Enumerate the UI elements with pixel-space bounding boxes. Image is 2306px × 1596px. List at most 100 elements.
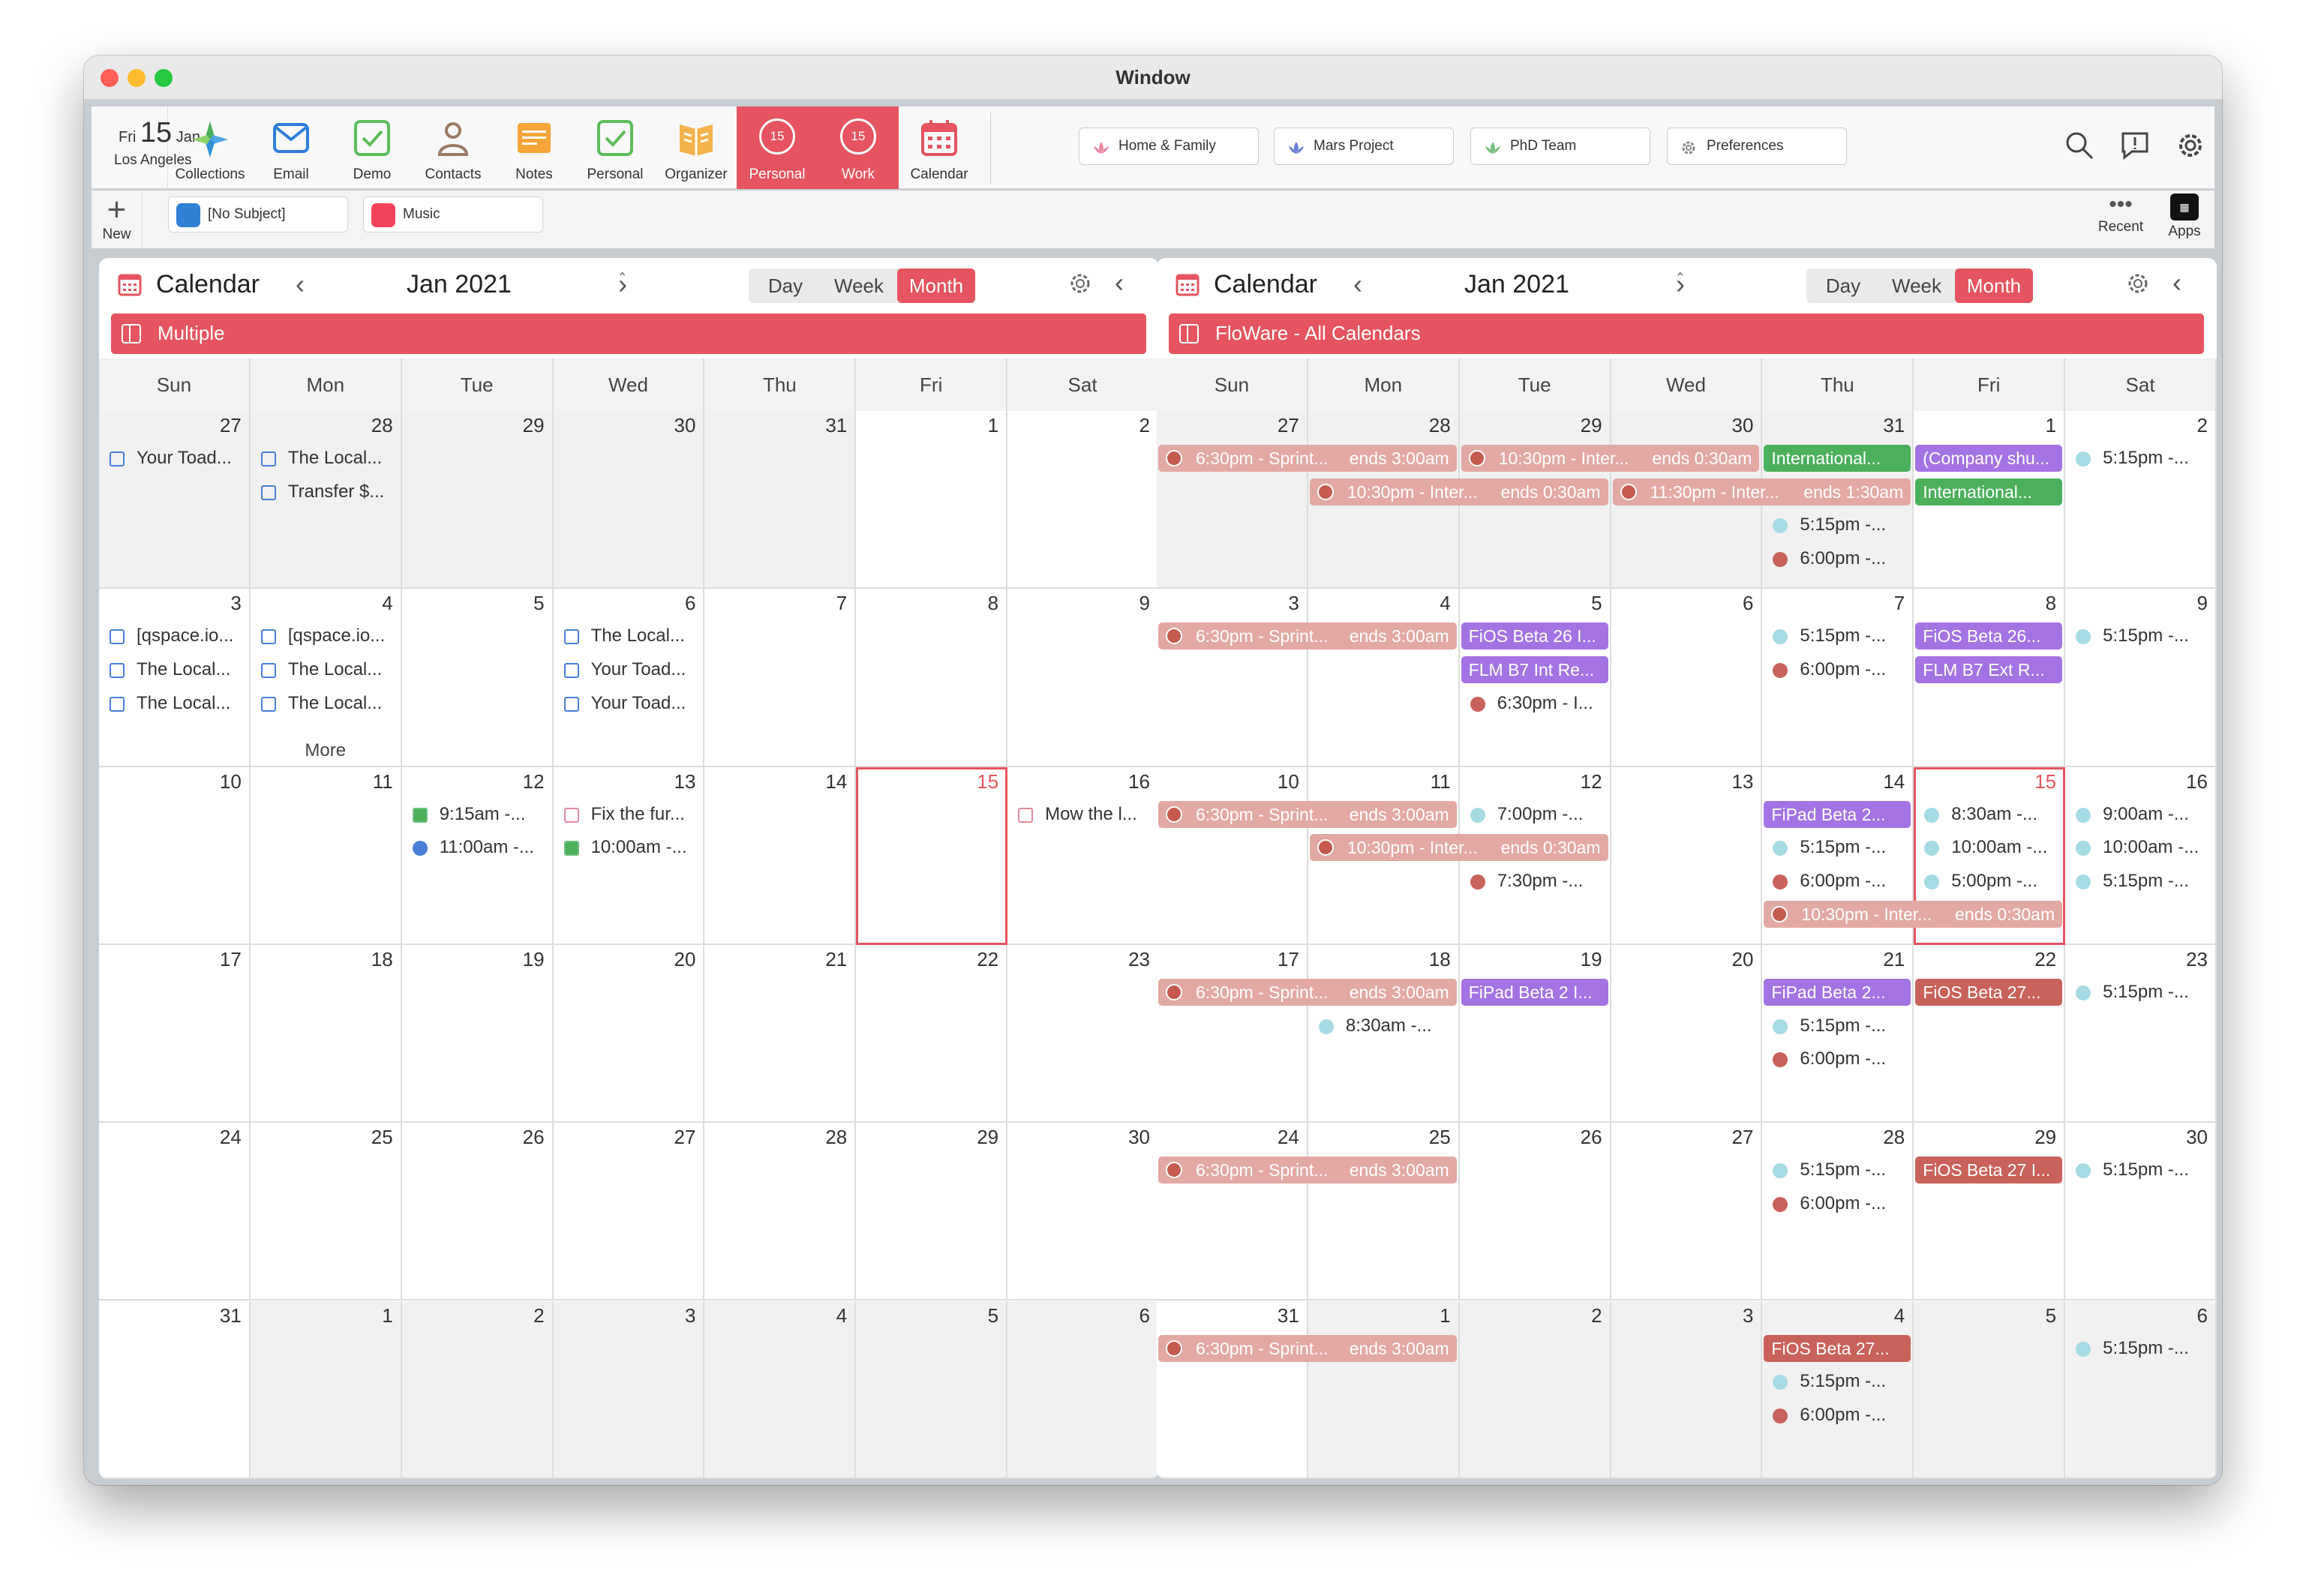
day-cell[interactable]: 26 xyxy=(401,1123,554,1301)
multi-day-event[interactable]: 6:30pm - Sprint... ends 3:00am xyxy=(1158,1156,1457,1184)
day-cell[interactable]: 19 xyxy=(1459,944,1611,1124)
calendar-event[interactable]: Transfer $... xyxy=(251,478,401,506)
calendar-event[interactable]: Your Toad... xyxy=(554,656,704,684)
calendar-event[interactable]: 6:00pm -... xyxy=(1762,1190,1912,1218)
calendar-event[interactable]: The Local... xyxy=(251,689,401,718)
day-cell[interactable]: 24 xyxy=(1157,1123,1308,1301)
multi-day-event[interactable]: 10:30pm - Inter... ends 0:30am xyxy=(1764,901,2063,928)
day-cell[interactable]: 9 xyxy=(1007,589,1159,767)
calendar-event[interactable]: 5:15pm -... xyxy=(2065,978,2215,1006)
all-day-event[interactable]: (Company shu... xyxy=(1915,445,2063,472)
day-cell[interactable]: 29 xyxy=(856,1123,1008,1301)
all-day-event[interactable]: FLM B7 Ext R... xyxy=(1915,656,2063,683)
calendar-event[interactable]: 5:15pm -... xyxy=(1762,1012,1912,1040)
day-cell[interactable]: 6 xyxy=(1611,589,1763,767)
day-cell[interactable]: 23 xyxy=(2065,944,2217,1124)
day-cell[interactable]: 6 xyxy=(1007,1300,1159,1479)
calendar-event[interactable]: 5:00pm -... xyxy=(1914,867,2064,896)
day-cell[interactable]: 7 xyxy=(704,589,857,767)
day-cell[interactable]: 29 xyxy=(401,411,554,590)
day-cell[interactable]: 4 xyxy=(1308,589,1460,767)
task-checkbox[interactable] xyxy=(110,629,125,645)
calendar-event[interactable]: 5:15pm -... xyxy=(2065,622,2215,650)
day-cell[interactable]: 27 xyxy=(99,411,251,590)
multi-day-event[interactable]: 6:30pm - Sprint... ends 3:00am xyxy=(1158,445,1457,472)
day-cell[interactable]: 22 xyxy=(856,944,1008,1124)
day-cell[interactable]: 4 xyxy=(704,1300,857,1479)
day-cell[interactable]: 25 xyxy=(250,1123,402,1301)
task-checkbox[interactable] xyxy=(563,662,579,678)
toolbar-button-demo[interactable]: Demo xyxy=(332,106,413,189)
calendar-event[interactable]: 5:15pm -... xyxy=(1762,622,1912,650)
tab-no-subject[interactable]: [No Subject] xyxy=(168,196,348,232)
task-checkbox[interactable] xyxy=(110,662,125,678)
day-cell[interactable]: 27 xyxy=(553,1123,705,1301)
toolbar-button-calendar[interactable]: Calendar xyxy=(899,106,980,189)
calendar-event[interactable]: The Local... xyxy=(554,622,704,650)
all-day-event[interactable]: FiOS Beta 27... xyxy=(1915,978,2063,1006)
toolbar-button-personal-calendar[interactable]: 15 Personal xyxy=(737,106,818,189)
day-cell[interactable]: 16 xyxy=(1007,766,1159,945)
day-cell[interactable]: 5 xyxy=(856,1300,1008,1479)
multi-day-event[interactable]: 10:30pm - Inter... ends 0:30am xyxy=(1461,445,1760,472)
calendar-event[interactable]: 9:00am -... xyxy=(2065,800,2215,829)
all-day-event[interactable]: International... xyxy=(1915,478,2063,506)
day-cell[interactable]: 11 xyxy=(250,766,402,945)
day-cell[interactable]: 30 xyxy=(1007,1123,1159,1301)
day-cell[interactable]: 31 xyxy=(99,1300,251,1479)
calendar-event[interactable]: Fix the fur... xyxy=(554,800,704,829)
collapse-panel-button[interactable]: ‹ xyxy=(1115,267,1124,298)
day-cell[interactable]: 27 xyxy=(1611,1123,1763,1301)
previous-month-button[interactable]: ‹ xyxy=(1353,268,1362,300)
day-cell[interactable]: 5 xyxy=(1914,1300,2066,1479)
gear-icon[interactable] xyxy=(2124,270,2151,297)
multi-day-event[interactable]: 11:30pm - Inter... ends 1:30am xyxy=(1612,478,1911,506)
calendar-event[interactable]: 5:15pm -... xyxy=(1762,511,1912,539)
day-cell[interactable]: 2 xyxy=(1007,411,1159,590)
day-cell[interactable]: 1 xyxy=(856,411,1008,590)
task-checkbox[interactable] xyxy=(563,629,579,645)
calendar-event[interactable]: 9:15am -... xyxy=(402,800,552,829)
day-cell[interactable]: 13 xyxy=(1611,766,1763,945)
task-checkbox[interactable] xyxy=(260,696,276,712)
all-day-event[interactable]: FiOS Beta 26... xyxy=(1915,622,2063,650)
day-cell[interactable]: 3 xyxy=(553,1300,705,1479)
task-checkbox[interactable] xyxy=(260,484,276,500)
view-day-button[interactable]: Day xyxy=(1806,268,1880,303)
next-month-button[interactable]: › xyxy=(1676,268,1685,300)
task-checkbox[interactable] xyxy=(260,452,276,466)
day-cell[interactable]: 15 xyxy=(856,766,1008,945)
calendar-event[interactable]: The Local... xyxy=(251,444,401,472)
calendar-event[interactable]: 5:15pm -... xyxy=(2065,1156,2215,1184)
toolbar-button-work-calendar[interactable]: 15 Work xyxy=(818,106,899,189)
day-cell[interactable]: 9 xyxy=(2065,589,2217,767)
settings-gear-icon[interactable] xyxy=(2174,129,2207,162)
all-day-event[interactable]: FiPad Beta 2 I... xyxy=(1461,978,1608,1006)
day-cell[interactable]: 14 xyxy=(704,766,857,945)
calendar-event[interactable]: The Local... xyxy=(251,656,401,684)
toolbar-button-email[interactable]: Email xyxy=(251,106,332,189)
calendar-event[interactable]: 5:15pm -... xyxy=(1762,1156,1912,1184)
day-cell[interactable]: 25 xyxy=(1308,1123,1460,1301)
day-cell[interactable]: 2 xyxy=(2065,411,2217,590)
day-cell[interactable]: 27 xyxy=(1157,411,1308,590)
calendar-event[interactable]: 5:15pm -... xyxy=(2065,867,2215,896)
calendar-event[interactable]: 7:00pm -... xyxy=(1460,800,1610,829)
calendar-event[interactable]: 7:30pm -... xyxy=(1460,867,1610,896)
gear-icon[interactable] xyxy=(1067,270,1094,297)
day-cell[interactable]: 3 xyxy=(1157,589,1308,767)
calendar-event[interactable]: The Local... xyxy=(99,656,249,684)
day-cell[interactable]: 31 xyxy=(1157,1300,1308,1479)
calendar-event[interactable]: 6:00pm -... xyxy=(1762,544,1912,573)
calendar-event[interactable]: [qspace.io... xyxy=(251,622,401,650)
view-week-button[interactable]: Week xyxy=(1880,268,1953,303)
calendar-event[interactable]: 6:00pm -... xyxy=(1762,1401,1912,1430)
view-day-button[interactable]: Day xyxy=(749,268,822,303)
task-checkbox[interactable] xyxy=(563,841,579,856)
all-day-event[interactable]: FLM B7 Int Re... xyxy=(1461,656,1608,683)
calendar-event[interactable]: 8:30am -... xyxy=(1914,800,2064,829)
all-day-event[interactable]: FiPad Beta 2... xyxy=(1764,978,1911,1006)
task-checkbox[interactable] xyxy=(412,807,428,823)
day-cell[interactable]: 31 xyxy=(704,411,857,590)
calendar-event[interactable]: The Local... xyxy=(99,689,249,718)
